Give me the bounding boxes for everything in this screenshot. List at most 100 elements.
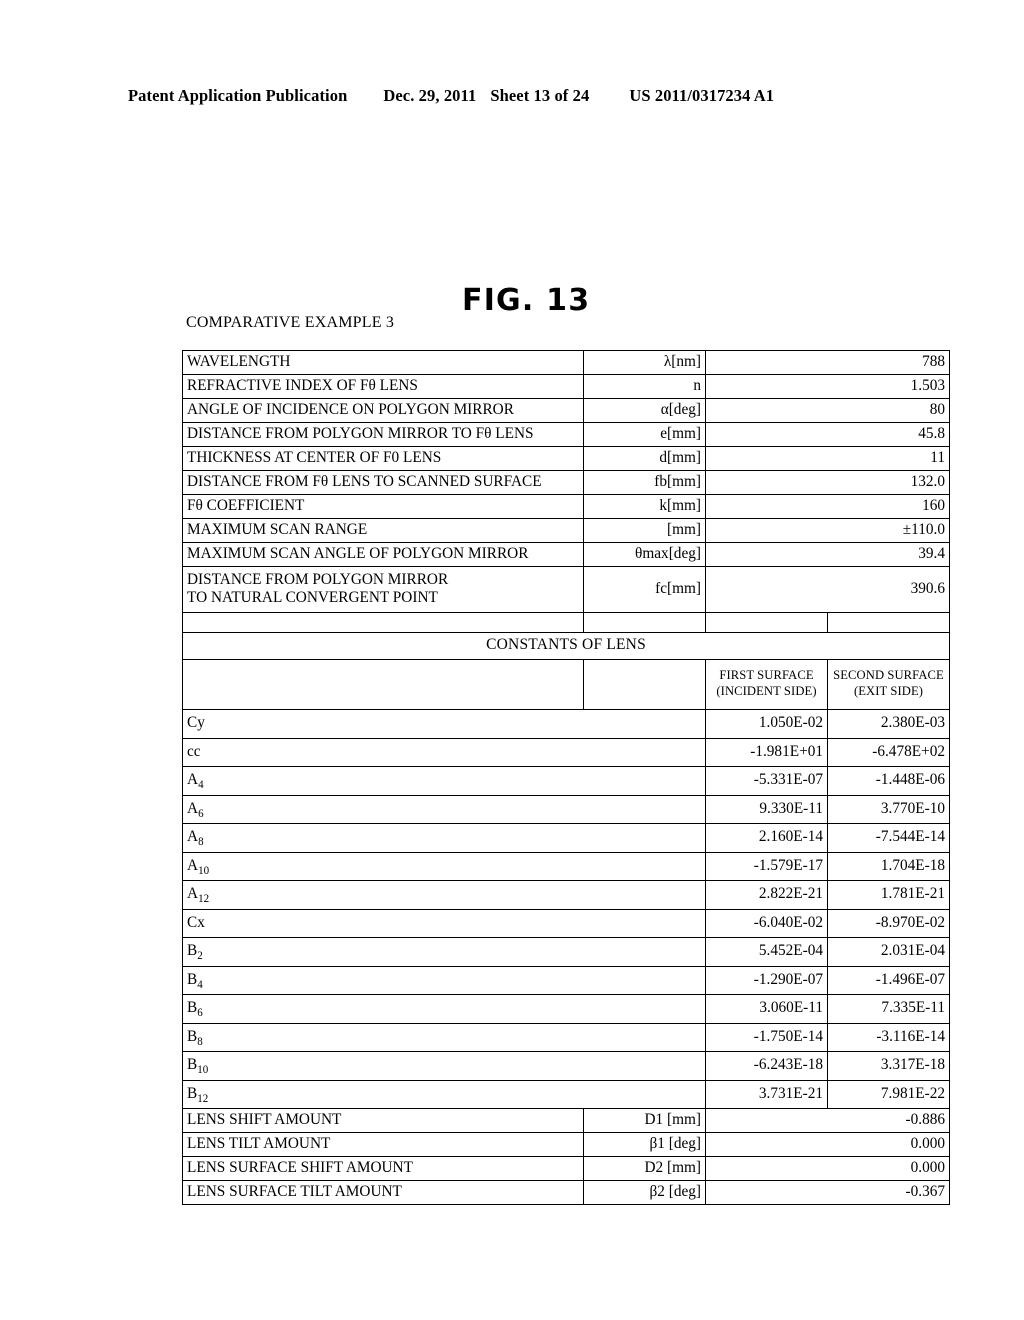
constant-second-surface-value: 2.031E-04 <box>826 937 951 967</box>
constant-row: B4 -1.290E-07 -1.496E-07 <box>182 965 951 995</box>
constant-name: B6 <box>182 994 706 1024</box>
adjustment-label: LENS SHIFT AMOUNT <box>182 1108 584 1133</box>
parameter-symbol: θmax[deg] <box>583 542 706 567</box>
specification-table: WAVELENGTH λ[nm] 788 REFRACTIVE INDEX OF Fθ… <box>181 350 951 1205</box>
spacer-cell <box>826 612 951 633</box>
constant-row: A6 9.330E-11 3.770E-10 <box>182 794 951 824</box>
constant-first-surface-value: -1.290E-07 <box>705 965 828 995</box>
constant-first-surface-value: -6.243E-18 <box>705 1051 828 1081</box>
parameter-value: ±110.0 <box>704 518 951 543</box>
constant-first-surface-value: 1.050E-02 <box>705 709 828 739</box>
adjustment-symbol: D2 [mm] <box>583 1156 706 1181</box>
parameter-label: THICKNESS AT CENTER OF F0 LENS <box>182 446 584 471</box>
parameter-value: 39.4 <box>704 542 951 567</box>
parameter-row: DISTANCE FROM POLYGON MIRROR TO NATURAL C… <box>182 566 951 613</box>
adjustment-symbol: β1 [deg] <box>583 1132 706 1157</box>
constant-second-surface-value: 7.335E-11 <box>826 994 951 1024</box>
parameter-label: REFRACTIVE INDEX OF Fθ LENS <box>182 374 584 399</box>
parameter-row: WAVELENGTH λ[nm] 788 <box>182 350 951 375</box>
constant-row: B12 3.731E-21 7.981E-22 <box>182 1079 951 1109</box>
constant-row: A12 2.822E-21 1.781E-21 <box>182 880 951 910</box>
adjustment-value: 0.000 <box>704 1156 951 1181</box>
header-sheet-number: Sheet 13 of 24 <box>490 86 590 105</box>
adjustment-label: LENS SURFACE SHIFT AMOUNT <box>182 1156 584 1181</box>
parameter-symbol: k[mm] <box>583 494 706 519</box>
constant-name: A4 <box>182 766 706 796</box>
constant-name: B8 <box>182 1022 706 1052</box>
constant-second-surface-value: 1.781E-21 <box>826 880 951 910</box>
parameter-symbol: n <box>583 374 706 399</box>
parameter-row: ANGLE OF INCIDENCE ON POLYGON MIRROR α[de… <box>182 398 951 423</box>
constant-name: B4 <box>182 965 706 995</box>
parameter-row: Fθ COEFFICIENT k[mm] 160 <box>182 494 951 519</box>
parameter-value: 160 <box>704 494 951 519</box>
constant-name: Cy <box>182 709 706 739</box>
constant-first-surface-value: -1.579E-17 <box>705 851 828 881</box>
parameter-row: MAXIMUM SCAN ANGLE OF POLYGON MIRROR θmax… <box>182 542 951 567</box>
spacer-cell <box>182 612 584 633</box>
parameter-value: 390.6 <box>704 566 951 613</box>
constant-second-surface-value: -3.116E-14 <box>826 1022 951 1052</box>
parameter-label: WAVELENGTH <box>182 350 584 375</box>
parameter-row: THICKNESS AT CENTER OF F0 LENS d[mm] 11 <box>182 446 951 471</box>
constant-name: A6 <box>182 794 706 824</box>
section-title: CONSTANTS OF LENS <box>181 632 951 660</box>
adjustment-symbol: D1 [mm] <box>583 1108 706 1133</box>
parameter-row: REFRACTIVE INDEX OF Fθ LENS n 1.503 <box>182 374 951 399</box>
constant-row: B10 -6.243E-18 3.317E-18 <box>182 1051 951 1081</box>
constant-name: B10 <box>182 1051 706 1081</box>
header-patent-number: US 2011/0317234 A1 <box>629 86 775 105</box>
parameter-rows: WAVELENGTH λ[nm] 788 REFRACTIVE INDEX OF Fθ… <box>181 350 951 1205</box>
adjustment-label: LENS SURFACE TILT AMOUNT <box>182 1180 584 1205</box>
constant-second-surface-value: 3.317E-18 <box>826 1051 951 1081</box>
constant-row: B8 -1.750E-14 -3.116E-14 <box>182 1022 951 1052</box>
constant-first-surface-value: 2.822E-21 <box>705 880 828 910</box>
parameter-symbol: e[mm] <box>583 422 706 447</box>
constant-name: cc <box>182 737 706 767</box>
parameter-label: MAXIMUM SCAN RANGE <box>182 518 584 543</box>
constant-second-surface-value: 2.380E-03 <box>826 709 951 739</box>
constant-second-surface-value: 1.704E-18 <box>826 851 951 881</box>
column-header-second-surface: SECOND SURFACE (EXIT SIDE) <box>826 659 951 710</box>
constant-row: B6 3.060E-11 7.335E-11 <box>182 994 951 1024</box>
parameter-label: MAXIMUM SCAN ANGLE OF POLYGON MIRROR <box>182 542 584 567</box>
parameter-symbol: fc[mm] <box>583 566 706 613</box>
parameter-symbol: [mm] <box>583 518 706 543</box>
constant-name: A12 <box>182 880 706 910</box>
adjustment-row: LENS SURFACE TILT AMOUNT β2 [deg] -0.367 <box>182 1180 951 1205</box>
parameter-row: DISTANCE FROM Fθ LENS TO SCANNED SURFACE… <box>182 470 951 495</box>
spacer-cell <box>705 612 828 633</box>
adjustment-label: LENS TILT AMOUNT <box>182 1132 584 1157</box>
constant-name: A8 <box>182 823 706 853</box>
column-header-first-surface: FIRST SURFACE (INCIDENT SIDE) <box>705 659 828 710</box>
parameter-symbol: fb[mm] <box>583 470 706 495</box>
constant-row: A10 -1.579E-17 1.704E-18 <box>182 851 951 881</box>
constant-first-surface-value: 2.160E-14 <box>705 823 828 853</box>
constant-second-surface-value: -1.448E-06 <box>826 766 951 796</box>
adjustment-value: -0.367 <box>704 1180 951 1205</box>
parameter-symbol: λ[nm] <box>583 350 706 375</box>
constant-first-surface-value: -1.981E+01 <box>705 737 828 767</box>
parameter-value: 132.0 <box>704 470 951 495</box>
constant-second-surface-value: -1.496E-07 <box>826 965 951 995</box>
section-header-row: CONSTANTS OF LENS <box>181 632 951 660</box>
figure-subtitle: COMPARATIVE EXAMPLE 3 <box>186 314 395 331</box>
adjustment-value: -0.886 <box>704 1108 951 1133</box>
constant-row: B2 5.452E-04 2.031E-04 <box>182 937 951 967</box>
constant-first-surface-value: 3.731E-21 <box>705 1079 828 1109</box>
parameter-label: DISTANCE FROM POLYGON MIRROR TO NATURAL C… <box>182 566 584 613</box>
constant-row: A8 2.160E-14 -7.544E-14 <box>182 823 951 853</box>
parameter-value: 788 <box>704 350 951 375</box>
adjustment-value: 0.000 <box>704 1132 951 1157</box>
constant-second-surface-value: -7.544E-14 <box>826 823 951 853</box>
parameter-row: DISTANCE FROM POLYGON MIRROR TO Fθ LENS e… <box>182 422 951 447</box>
constant-first-surface-value: -5.331E-07 <box>705 766 828 796</box>
column-header-row: FIRST SURFACE (INCIDENT SIDE) SECOND SURFA… <box>182 659 951 710</box>
header-date: Dec. 29, 2011 <box>383 86 477 105</box>
constant-second-surface-value: 7.981E-22 <box>826 1079 951 1109</box>
constant-first-surface-value: -1.750E-14 <box>705 1022 828 1052</box>
parameter-label: Fθ COEFFICIENT <box>182 494 584 519</box>
constant-second-surface-value: -8.970E-02 <box>826 908 951 938</box>
constant-first-surface-value: -6.040E-02 <box>705 908 828 938</box>
specification-table-wrapper: WAVELENGTH λ[nm] 788 REFRACTIVE INDEX OF Fθ… <box>181 350 951 1205</box>
